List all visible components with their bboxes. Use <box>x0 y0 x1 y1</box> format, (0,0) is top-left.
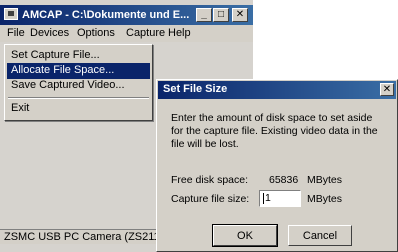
menubar: File Devices Options Capture Help <box>0 25 253 42</box>
menu-help[interactable]: Help <box>168 27 191 39</box>
close-button[interactable]: ✕ <box>232 8 248 22</box>
menu-item-label: Exit <box>11 102 30 114</box>
app-icon <box>4 8 18 20</box>
free-disk-space-value: 65836 <box>269 174 299 186</box>
status-text: ZSMC USB PC Camera (ZS211) <box>4 231 164 243</box>
window-title: AMCAP - C:\Dokumente und E... <box>22 9 190 21</box>
ok-button[interactable]: OK <box>212 224 278 247</box>
capture-file-size-unit: MBytes <box>307 193 343 205</box>
free-disk-space-label: Free disk space: <box>171 174 249 186</box>
menu-separator <box>8 97 149 99</box>
menu-item-allocate-file-space[interactable]: Allocate File Space... <box>7 63 150 79</box>
menu-item-set-capture-file[interactable]: Set Capture File... <box>7 48 150 64</box>
free-disk-space-unit: MBytes <box>307 174 343 186</box>
capture-file-size-label: Capture file size: <box>171 193 250 205</box>
menu-item-label: Save Captured Video... <box>11 79 125 91</box>
menu-options[interactable]: Options <box>77 27 115 39</box>
menu-item-label: Allocate File Space... <box>11 64 115 76</box>
dialog-titlebar[interactable]: Set File Size ✕ <box>158 81 396 99</box>
minimize-button[interactable]: _ <box>196 8 212 22</box>
capture-file-size-input[interactable]: 1 <box>259 190 301 207</box>
file-menu-dropdown: Set Capture File... Allocate File Space.… <box>4 44 153 121</box>
cancel-button[interactable]: Cancel <box>288 225 352 246</box>
menu-capture[interactable]: Capture <box>126 27 165 39</box>
dialog-title: Set File Size <box>163 83 228 95</box>
menu-item-exit[interactable]: Exit <box>7 101 150 117</box>
menu-item-save-captured-video[interactable]: Save Captured Video... <box>7 78 150 94</box>
dialog-close-button[interactable]: ✕ <box>380 83 394 96</box>
menu-devices[interactable]: Devices <box>30 27 69 39</box>
menu-file[interactable]: File <box>7 27 25 39</box>
maximize-button[interactable]: □ <box>213 8 229 22</box>
text-cursor <box>263 192 264 204</box>
menu-item-label: Set Capture File... <box>11 49 100 61</box>
amcap-titlebar[interactable]: AMCAP - C:\Dokumente und E... _ □ ✕ <box>0 5 253 25</box>
set-file-size-dialog: Set File Size ✕ Enter the amount of disk… <box>156 79 398 252</box>
dialog-message: Enter the amount of disk space to set as… <box>171 112 378 150</box>
capture-file-size-value: 1 <box>265 192 271 204</box>
